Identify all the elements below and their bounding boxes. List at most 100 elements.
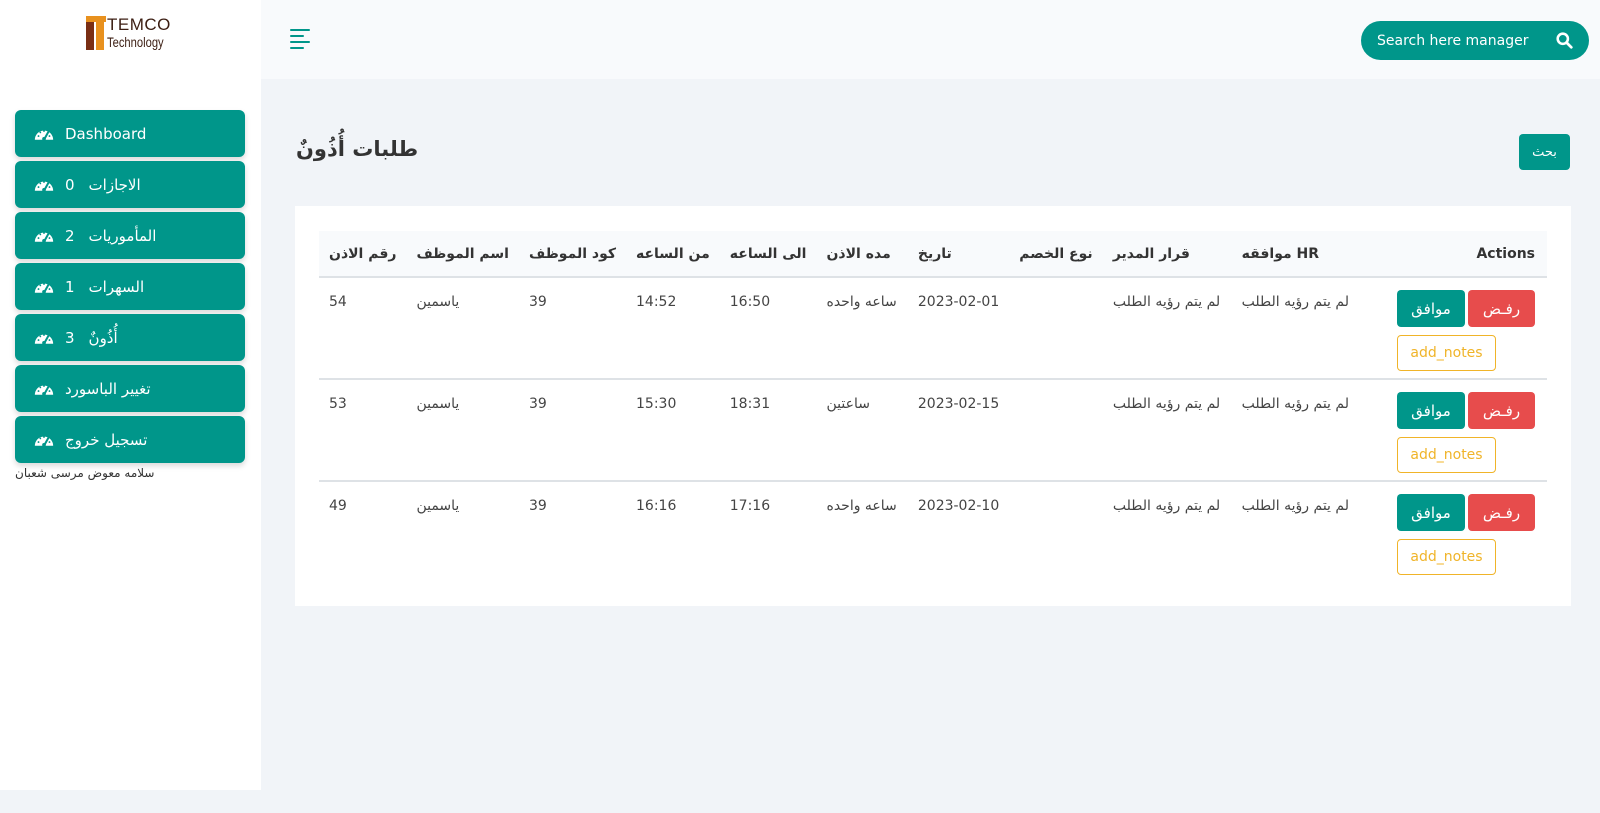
sidebar-item-count: 1 — [65, 277, 75, 296]
cell-emp-name: ياسمين — [416, 498, 460, 514]
header-manager-decision: قرار المدير — [1112, 245, 1190, 262]
sidebar-item-logout[interactable]: تسجيل خروج — [15, 416, 245, 463]
gauge-icon — [33, 381, 55, 397]
gauge-icon — [33, 177, 55, 193]
add-notes-button[interactable]: add_notes — [1397, 335, 1496, 371]
search-box — [1361, 21, 1589, 60]
cell-to-hour: 16:50 — [729, 294, 771, 310]
cell-actions: موافق رفـض add_notes — [1359, 277, 1547, 379]
sidebar-menu: Dashboard 0 الاجازات 2 المأموريات 1 السهرات 3 أُ… — [15, 110, 245, 467]
cell-duration: ساعتين — [826, 396, 870, 412]
gauge-icon — [33, 330, 55, 346]
temco-logo[interactable]: TEMCO Technology — [86, 16, 178, 50]
reject-button[interactable]: رفـض — [1468, 494, 1535, 531]
header-actions: Actions — [1476, 245, 1535, 262]
gauge-icon — [33, 279, 55, 295]
cell-date: 2023-02-15 — [917, 396, 1000, 412]
header-from-hour: من الساعه — [636, 245, 710, 262]
cell-hr-approval: لم يتم رؤيه الطلب — [1241, 396, 1349, 412]
cell-emp-code: 39 — [528, 498, 547, 514]
permissions-table: رقم الاذن اسم الموظف كود الموظف من الساع… — [319, 231, 1547, 583]
row-actions: موافق رفـض add_notes — [1397, 392, 1547, 473]
cell-actions: موافق رفـض add_notes — [1359, 481, 1547, 583]
gauge-icon — [33, 228, 55, 244]
cell-deduction — [1009, 379, 1103, 481]
cell-hr-approval: لم يتم رؤيه الطلب — [1241, 294, 1349, 310]
cell-duration: ساعه واحده — [826, 294, 897, 310]
sidebar-item-count: 0 — [65, 175, 75, 194]
header-duration: مده الاذن — [826, 245, 891, 262]
sidebar-item-label: السهرات — [88, 277, 145, 296]
cell-duration: ساعه واحده — [826, 498, 897, 514]
cell-from-hour: 14:52 — [636, 294, 677, 310]
cell-deduction — [1009, 481, 1103, 583]
add-notes-button[interactable]: add_notes — [1397, 539, 1496, 575]
sidebar-item-label: الاجازات — [88, 175, 141, 194]
table-row: 49 ياسمين 39 16:16 17:16 ساعه واحده 2023-02-10… — [319, 481, 1547, 583]
header-emp-name: اسم الموظف — [416, 245, 509, 262]
header-deduction: نوع الخصم — [1019, 245, 1093, 262]
cell-emp-code: 39 — [528, 294, 547, 310]
cell-to-hour: 17:16 — [729, 498, 771, 514]
sidebar-item-permissions[interactable]: 3 أُذُونٌ — [15, 314, 245, 361]
sidebar: TEMCO Technology Dashboard 0 الاجازات 2 المأ… — [0, 0, 261, 790]
user-name: سلامه معوض مرسى شعبان — [15, 466, 155, 480]
table-header-row: رقم الاذن اسم الموظف كود الموظف من الساع… — [319, 231, 1547, 277]
add-notes-button[interactable]: add_notes — [1397, 437, 1496, 473]
sidebar-item-dashboard[interactable]: Dashboard — [15, 110, 245, 157]
gauge-icon — [33, 126, 55, 142]
sidebar-item-label: تسجيل خروج — [65, 430, 148, 449]
cell-emp-code: 39 — [528, 396, 547, 412]
sidebar-item-label: أُذُونٌ — [88, 328, 118, 347]
cell-from-hour: 15:30 — [636, 396, 677, 412]
cell-to-hour: 18:31 — [729, 396, 771, 412]
cell-emp-name: ياسمين — [416, 294, 460, 310]
sidebar-item-count: 2 — [65, 226, 75, 245]
search-icon[interactable] — [1556, 32, 1573, 49]
row-actions: موافق رفـض add_notes — [1397, 494, 1547, 575]
cell-from-hour: 16:16 — [636, 498, 677, 514]
gauge-icon — [33, 432, 55, 448]
cell-perm-no: 54 — [329, 294, 347, 310]
permissions-card: رقم الاذن اسم الموظف كود الموظف من الساع… — [295, 206, 1571, 606]
cell-date: 2023-02-01 — [917, 294, 1000, 310]
header-to-hour: الى الساعه — [729, 245, 807, 262]
sidebar-item-overtime[interactable]: 1 السهرات — [15, 263, 245, 310]
logo-mark-icon — [86, 16, 106, 50]
cell-deduction — [1009, 277, 1103, 379]
logo-text-line2: Technology — [107, 34, 164, 50]
approve-button[interactable]: موافق — [1397, 290, 1465, 327]
cell-manager-decision: لم يتم رؤيه الطلب — [1112, 294, 1221, 310]
table-row: 53 ياسمين 39 15:30 18:31 ساعتين 2023-02-15 لم ي… — [319, 379, 1547, 481]
sidebar-item-missions[interactable]: 2 المأموريات — [15, 212, 245, 259]
sidebar-item-label: المأموريات — [88, 226, 157, 245]
search-input[interactable] — [1377, 32, 1537, 49]
header-perm-no: رقم الاذن — [329, 245, 397, 262]
reject-button[interactable]: رفـض — [1468, 392, 1535, 429]
search-button[interactable]: بحث — [1519, 134, 1570, 170]
header-hr-approval: موافقه HR — [1241, 245, 1320, 262]
cell-hr-approval: لم يتم رؤيه الطلب — [1241, 498, 1349, 514]
approve-button[interactable]: موافق — [1397, 392, 1465, 429]
menu-toggle-icon[interactable] — [290, 29, 310, 49]
table-row: 54 ياسمين 39 14:52 16:50 ساعه واحده 2023-02-01… — [319, 277, 1547, 379]
cell-actions: موافق رفـض add_notes — [1359, 379, 1547, 481]
sidebar-item-label: Dashboard — [65, 124, 147, 143]
cell-manager-decision: لم يتم رؤيه الطلب — [1112, 498, 1221, 514]
top-bar — [261, 0, 1600, 79]
header-emp-code: كود الموظف — [528, 245, 616, 262]
cell-date: 2023-02-10 — [917, 498, 1000, 514]
sidebar-item-count: 3 — [65, 328, 75, 347]
sidebar-item-vacations[interactable]: 0 الاجازات — [15, 161, 245, 208]
row-actions: موافق رفـض add_notes — [1397, 290, 1547, 371]
page-title: طلبات أُذُونٌ — [296, 137, 419, 161]
cell-manager-decision: لم يتم رؤيه الطلب — [1112, 396, 1221, 412]
logo-text-line1: TEMCO — [107, 15, 171, 34]
cell-perm-no: 49 — [329, 498, 347, 514]
approve-button[interactable]: موافق — [1397, 494, 1465, 531]
reject-button[interactable]: رفـض — [1468, 290, 1535, 327]
header-date: تاريخ — [917, 245, 952, 262]
cell-emp-name: ياسمين — [416, 396, 460, 412]
cell-perm-no: 53 — [329, 396, 347, 412]
sidebar-item-change-password[interactable]: تغيير الباسورد — [15, 365, 245, 412]
